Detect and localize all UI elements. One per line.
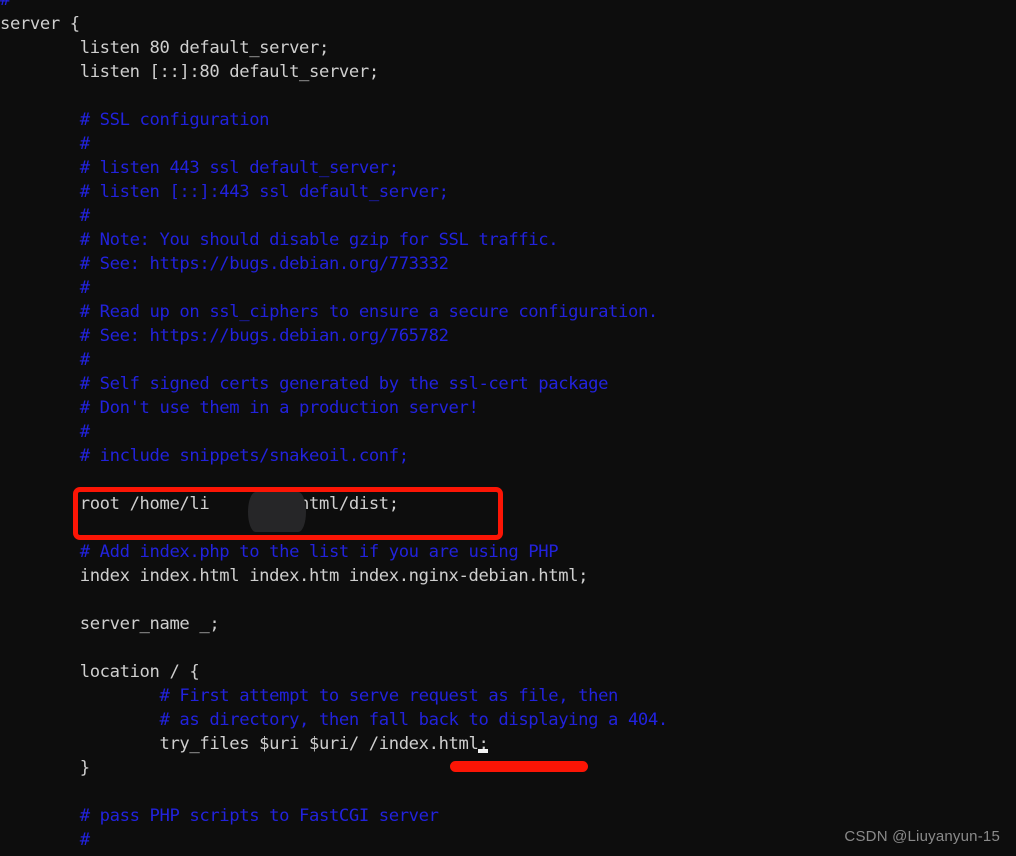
code-comment: # as directory, then fall back to displa… bbox=[159, 710, 668, 730]
code-line: # First attempt to serve request as file… bbox=[0, 684, 668, 708]
code-comment: # See: https://bugs.debian.org/773332 bbox=[79, 254, 449, 274]
code-line: listen [::]:80 default_server; bbox=[0, 60, 668, 84]
code-line: # Don't use them in a production server! bbox=[0, 396, 668, 420]
code-line: try_files $uri $uri/ /index.html; bbox=[0, 732, 668, 756]
code-comment: # pass PHP scripts to FastCGI server bbox=[79, 806, 439, 826]
code-line: # pass PHP scripts to FastCGI server bbox=[0, 804, 668, 828]
code-comment: # bbox=[0, 0, 10, 10]
code-line: # as directory, then fall back to displa… bbox=[0, 708, 668, 732]
code-comment: # SSL configuration bbox=[79, 110, 270, 130]
code-token: try_files $uri $uri/ /index.html bbox=[159, 734, 479, 754]
code-token: server_name _; bbox=[79, 614, 220, 634]
csdn-watermark: CSDN @Liuyanyun-15 bbox=[844, 828, 1000, 845]
code-line: # bbox=[0, 204, 668, 228]
code-comment: # bbox=[79, 134, 90, 154]
code-line: # include snippets/snakeoil.conf; bbox=[0, 444, 668, 468]
code-comment: # bbox=[79, 206, 90, 226]
code-line: } bbox=[0, 756, 668, 780]
code-line: # listen 443 ssl default_server; bbox=[0, 156, 668, 180]
code-line: # bbox=[0, 276, 668, 300]
code-comment: # Add index.php to the list if you are u… bbox=[79, 542, 559, 562]
code-token: location / { bbox=[79, 662, 200, 682]
terminal-window[interactable]: # server { listen 80 default_server; list… bbox=[0, 0, 1016, 856]
code-comment: # See: https://bugs.debian.org/765782 bbox=[79, 326, 449, 346]
code-comment: # Self signed certs generated by the ssl… bbox=[79, 374, 609, 394]
text-cursor bbox=[478, 733, 489, 753]
code-comment: # bbox=[79, 830, 90, 850]
code-comment: # bbox=[79, 350, 90, 370]
code-token: listen [::]:80 default_server; bbox=[79, 62, 379, 82]
code-token: server { bbox=[0, 14, 80, 34]
code-comment: # Read up on ssl_ciphers to ensure a sec… bbox=[79, 302, 659, 322]
code-comment: # bbox=[79, 278, 90, 298]
code-line: # bbox=[0, 0, 668, 12]
code-line: location / { bbox=[0, 660, 668, 684]
code-line: # Self signed certs generated by the ssl… bbox=[0, 372, 668, 396]
code-comment: # listen 443 ssl default_server; bbox=[79, 158, 399, 178]
code-line: # bbox=[0, 420, 668, 444]
code-comment: # include snippets/snakeoil.conf; bbox=[79, 446, 409, 466]
code-token: index index.html index.htm index.nginx-d… bbox=[79, 566, 589, 586]
code-token: root /home/li un/html/dist; bbox=[79, 494, 399, 514]
code-comment: # Note: You should disable gzip for SSL … bbox=[79, 230, 559, 250]
code-line: # Note: You should disable gzip for SSL … bbox=[0, 228, 668, 252]
code-line: root /home/li un/html/dist; bbox=[0, 492, 668, 516]
code-line: # bbox=[0, 132, 668, 156]
code-comment: # First attempt to serve request as file… bbox=[159, 686, 619, 706]
code-line: # listen [::]:443 ssl default_server; bbox=[0, 180, 668, 204]
code-line: server { bbox=[0, 12, 668, 36]
code-line: # bbox=[0, 348, 668, 372]
code-comment: # listen [::]:443 ssl default_server; bbox=[79, 182, 449, 202]
code-line: # SSL configuration bbox=[0, 108, 668, 132]
code-line: server_name _; bbox=[0, 612, 668, 636]
code-line: index index.html index.htm index.nginx-d… bbox=[0, 564, 668, 588]
code-line: # Read up on ssl_ciphers to ensure a sec… bbox=[0, 300, 668, 324]
code-line: # See: https://bugs.debian.org/765782 bbox=[0, 324, 668, 348]
code-comment: # Don't use them in a production server! bbox=[79, 398, 479, 418]
code-comment: # bbox=[79, 422, 90, 442]
code-line: # See: https://bugs.debian.org/773332 bbox=[0, 252, 668, 276]
code-line: # Add index.php to the list if you are u… bbox=[0, 540, 668, 564]
nginx-config-code[interactable]: # server { listen 80 default_server; list… bbox=[0, 0, 668, 852]
code-line: # bbox=[0, 828, 668, 852]
code-token: listen 80 default_server; bbox=[79, 38, 330, 58]
code-token: } bbox=[79, 758, 90, 778]
code-line: listen 80 default_server; bbox=[0, 36, 668, 60]
